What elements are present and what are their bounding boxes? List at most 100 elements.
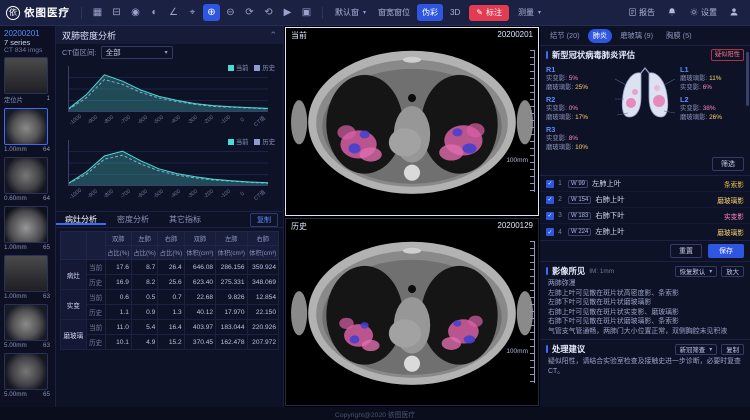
series-thumbnail[interactable]: 5.00mm63 (4, 304, 50, 349)
checkbox[interactable]: ✓ (546, 228, 554, 236)
scale-label: 100mm (506, 348, 528, 355)
slice-count: 65 (43, 244, 50, 251)
lobe-stats: R3实变影: 8%磨玻璃影: 10% (546, 125, 610, 152)
series-thumbnail[interactable]: 1.00mm65 (4, 206, 50, 251)
notifications-button[interactable] (662, 4, 682, 21)
checkbox[interactable]: ✓ (546, 180, 554, 188)
table-row[interactable]: 实变当前0.60.50.722.689.82612.854 (61, 290, 279, 305)
restore-default-button[interactable]: 恢复默认▾ (675, 266, 718, 277)
cine-play-icon[interactable]: ▶ (279, 4, 296, 21)
toolbar-left-icons: ▦⊟◉◐∠⌖⊕⊖⟳⟲▶▣ (89, 4, 315, 21)
series-thumbnail[interactable]: 5.00mm65 (4, 353, 50, 398)
table-row[interactable]: 磨玻璃当前11.05.416.4403.97183.044220.926 (61, 320, 279, 335)
window-tag: W 183 (568, 212, 591, 220)
current-label: 当前 (291, 30, 307, 41)
pseudo-color-button[interactable]: 伪彩 (417, 4, 443, 21)
lesion-type-tag: 磨玻璃影 (717, 195, 744, 205)
user-button[interactable] (724, 4, 744, 21)
series-thumbnail[interactable]: 1.00mm64 (4, 108, 50, 153)
copy-table-button[interactable]: 复制 (250, 213, 278, 227)
lung-diagram-wrap (613, 65, 677, 155)
enlarge-button[interactable]: 放大 (721, 266, 744, 277)
lesion-item[interactable]: ✓ 4 W 224 左肺上叶 磨玻璃影 (540, 224, 750, 240)
ct-history[interactable] (286, 219, 538, 406)
grid-layout-icon[interactable]: ▦ (89, 4, 106, 21)
right-lung-lobes: R1实变影: 5%磨玻璃影: 25%R2实变影: 0%磨玻璃影: 17%R3实变… (546, 65, 610, 155)
section-accent-bar (546, 267, 548, 275)
checkbox[interactable]: ✓ (546, 212, 554, 220)
zoom-out-icon[interactable]: ⊖ (222, 4, 239, 21)
report-tab-2[interactable]: 磨玻璃 (9) (615, 29, 658, 43)
table-row[interactable]: 历史10.14.915.2370.45162.478207.972 (61, 335, 279, 350)
series-list: 定位片1 1.00mm64 0.60mm64 1.00mm65 1.00mm63… (4, 57, 51, 404)
report-tab-3[interactable]: 胸膜 (5) (661, 29, 697, 43)
report-tab-1[interactable]: 肺炎 (588, 29, 613, 43)
thumbnail-image (4, 157, 48, 194)
viewer-history[interactable]: 历史 20200129 100mm (285, 218, 539, 407)
scrollbar[interactable] (746, 52, 749, 106)
settings-button[interactable]: 设置 (684, 4, 722, 21)
suggestion-text[interactable]: 疑似阳性，请结合实验室检查及接触史进一步诊断，必要时复查CT。 (540, 356, 750, 379)
three-d-button[interactable]: 3D (445, 4, 465, 21)
report-tab-0[interactable]: 结节 (20) (545, 29, 585, 43)
viewer-current[interactable]: 当前 20200201 100mm (285, 27, 539, 216)
capture-icon[interactable]: ▣ (298, 4, 315, 21)
study-date: 20200201 (4, 29, 51, 38)
crosshair-icon[interactable]: ⌖ (184, 4, 201, 21)
zoom-in-icon[interactable]: ⊕ (203, 4, 220, 21)
findings-text[interactable]: 两肺弥漫左肺上叶可见散在斑片状高密度影、条索影左肺下叶可见散在斑片状磨玻璃影右肺… (540, 278, 750, 340)
filter-button[interactable]: 筛选 (712, 157, 744, 171)
copy-suggestion-button[interactable]: 复制 (721, 344, 744, 355)
report-button[interactable]: 报告 (623, 4, 660, 21)
preset-select[interactable]: 新冠筛查▾ (675, 344, 718, 355)
findings-meta: IM: 1mm (589, 268, 614, 275)
reset-button[interactable]: 重置 (670, 244, 702, 258)
table-row[interactable]: 病灶当前17.68.726.4646.08286.156359.924 (61, 260, 279, 275)
save-button[interactable]: 保存 (708, 244, 744, 258)
table-row[interactable]: 历史1.10.91.340.1217.97022.150 (61, 305, 279, 320)
table-row[interactable]: 历史16.98.225.6623.40275.331348.069 (61, 275, 279, 290)
main-area: 20200201 7 series CT 834 imgs 定位片1 1.00m… (0, 26, 750, 407)
legend-item: 历史 (254, 63, 275, 72)
chevron-down-icon: ▾ (709, 268, 712, 275)
lesion-item[interactable]: ✓ 1 W 99 左肺上叶 条索影 (540, 176, 750, 192)
top-toolbar: 依 依图医疗 ▦⊟◉◐∠⌖⊕⊖⟳⟲▶▣ 默认窗▾窗宽窗位伪彩3D ✎标注 测量▾… (0, 0, 750, 26)
thumbnail-image (4, 206, 48, 243)
rotate-cw-icon[interactable]: ⟳ (241, 4, 258, 21)
slice-count: 64 (43, 195, 50, 202)
lobe-stats: R2实变影: 0%磨玻璃影: 17% (546, 95, 610, 122)
annotate-button[interactable]: ✎标注 (469, 5, 509, 21)
analysis-tab-1[interactable]: 密度分析 (108, 214, 158, 225)
rotate-ccw-icon[interactable]: ⟲ (260, 4, 277, 21)
ct-current[interactable] (286, 28, 538, 215)
lesion-item[interactable]: ✓ 3 W 183 右肺下叶 实变影 (540, 208, 750, 224)
series-thumbnail[interactable]: 1.00mm63 (4, 255, 50, 300)
covid-assessment: 新型冠状病毒肺炎评估 疑似阳性 R1实变影: 5%磨玻璃影: 25%R2实变影:… (540, 46, 750, 176)
analysis-tabs: 病灶分析密度分析其它指标 (56, 214, 210, 225)
analysis-tab-0[interactable]: 病灶分析 (56, 214, 106, 225)
collapse-icon[interactable]: ⌃ (269, 30, 277, 41)
eye-icon[interactable]: ◉ (127, 4, 144, 21)
checkbox[interactable]: ✓ (546, 196, 554, 204)
angle-measure-icon[interactable]: ∠ (165, 4, 182, 21)
slice-thickness: 5.00mm (4, 342, 27, 349)
slice-thickness: 5.00mm (4, 391, 27, 398)
lesion-table: 双肺左肺右肺双肺左肺右肺占比(%)占比(%)占比(%)体积(cm³)体积(cm³… (60, 231, 279, 350)
app-window: 依 依图医疗 ▦⊟◉◐∠⌖⊕⊖⟳⟲▶▣ 默认窗▾窗宽窗位伪彩3D ✎标注 测量▾… (0, 0, 750, 420)
lesion-list: ✓ 1 W 99 左肺上叶 条索影 ✓ 2 W 154 右肺上叶 磨玻璃影 ✓ … (540, 176, 750, 241)
series-stack-icon[interactable]: ⊟ (108, 4, 125, 21)
lesion-item[interactable]: ✓ 2 W 154 右肺上叶 磨玻璃影 (540, 192, 750, 208)
default-window-button[interactable]: 默认窗▾ (330, 4, 371, 21)
window-level-button[interactable]: 窗宽窗位 (373, 4, 415, 21)
series-thumbnail[interactable]: 0.60mm64 (4, 157, 50, 202)
chart-legend: 当前历史 (228, 137, 275, 146)
section-accent-bar (546, 345, 548, 353)
analysis-tab-2[interactable]: 其它指标 (160, 214, 210, 225)
scale-ruler (530, 241, 535, 383)
series-thumbnail[interactable]: 定位片1 (4, 57, 50, 104)
measure-button[interactable]: 测量▾ (513, 4, 546, 21)
ct-range-select[interactable]: 全部▾ (101, 46, 173, 59)
brand: 依 依图医疗 (6, 5, 70, 20)
contrast-icon[interactable]: ◐ (146, 4, 163, 21)
chart-x-axis: -1000-900-800-700-600-500-400-300-200-10… (68, 186, 268, 199)
